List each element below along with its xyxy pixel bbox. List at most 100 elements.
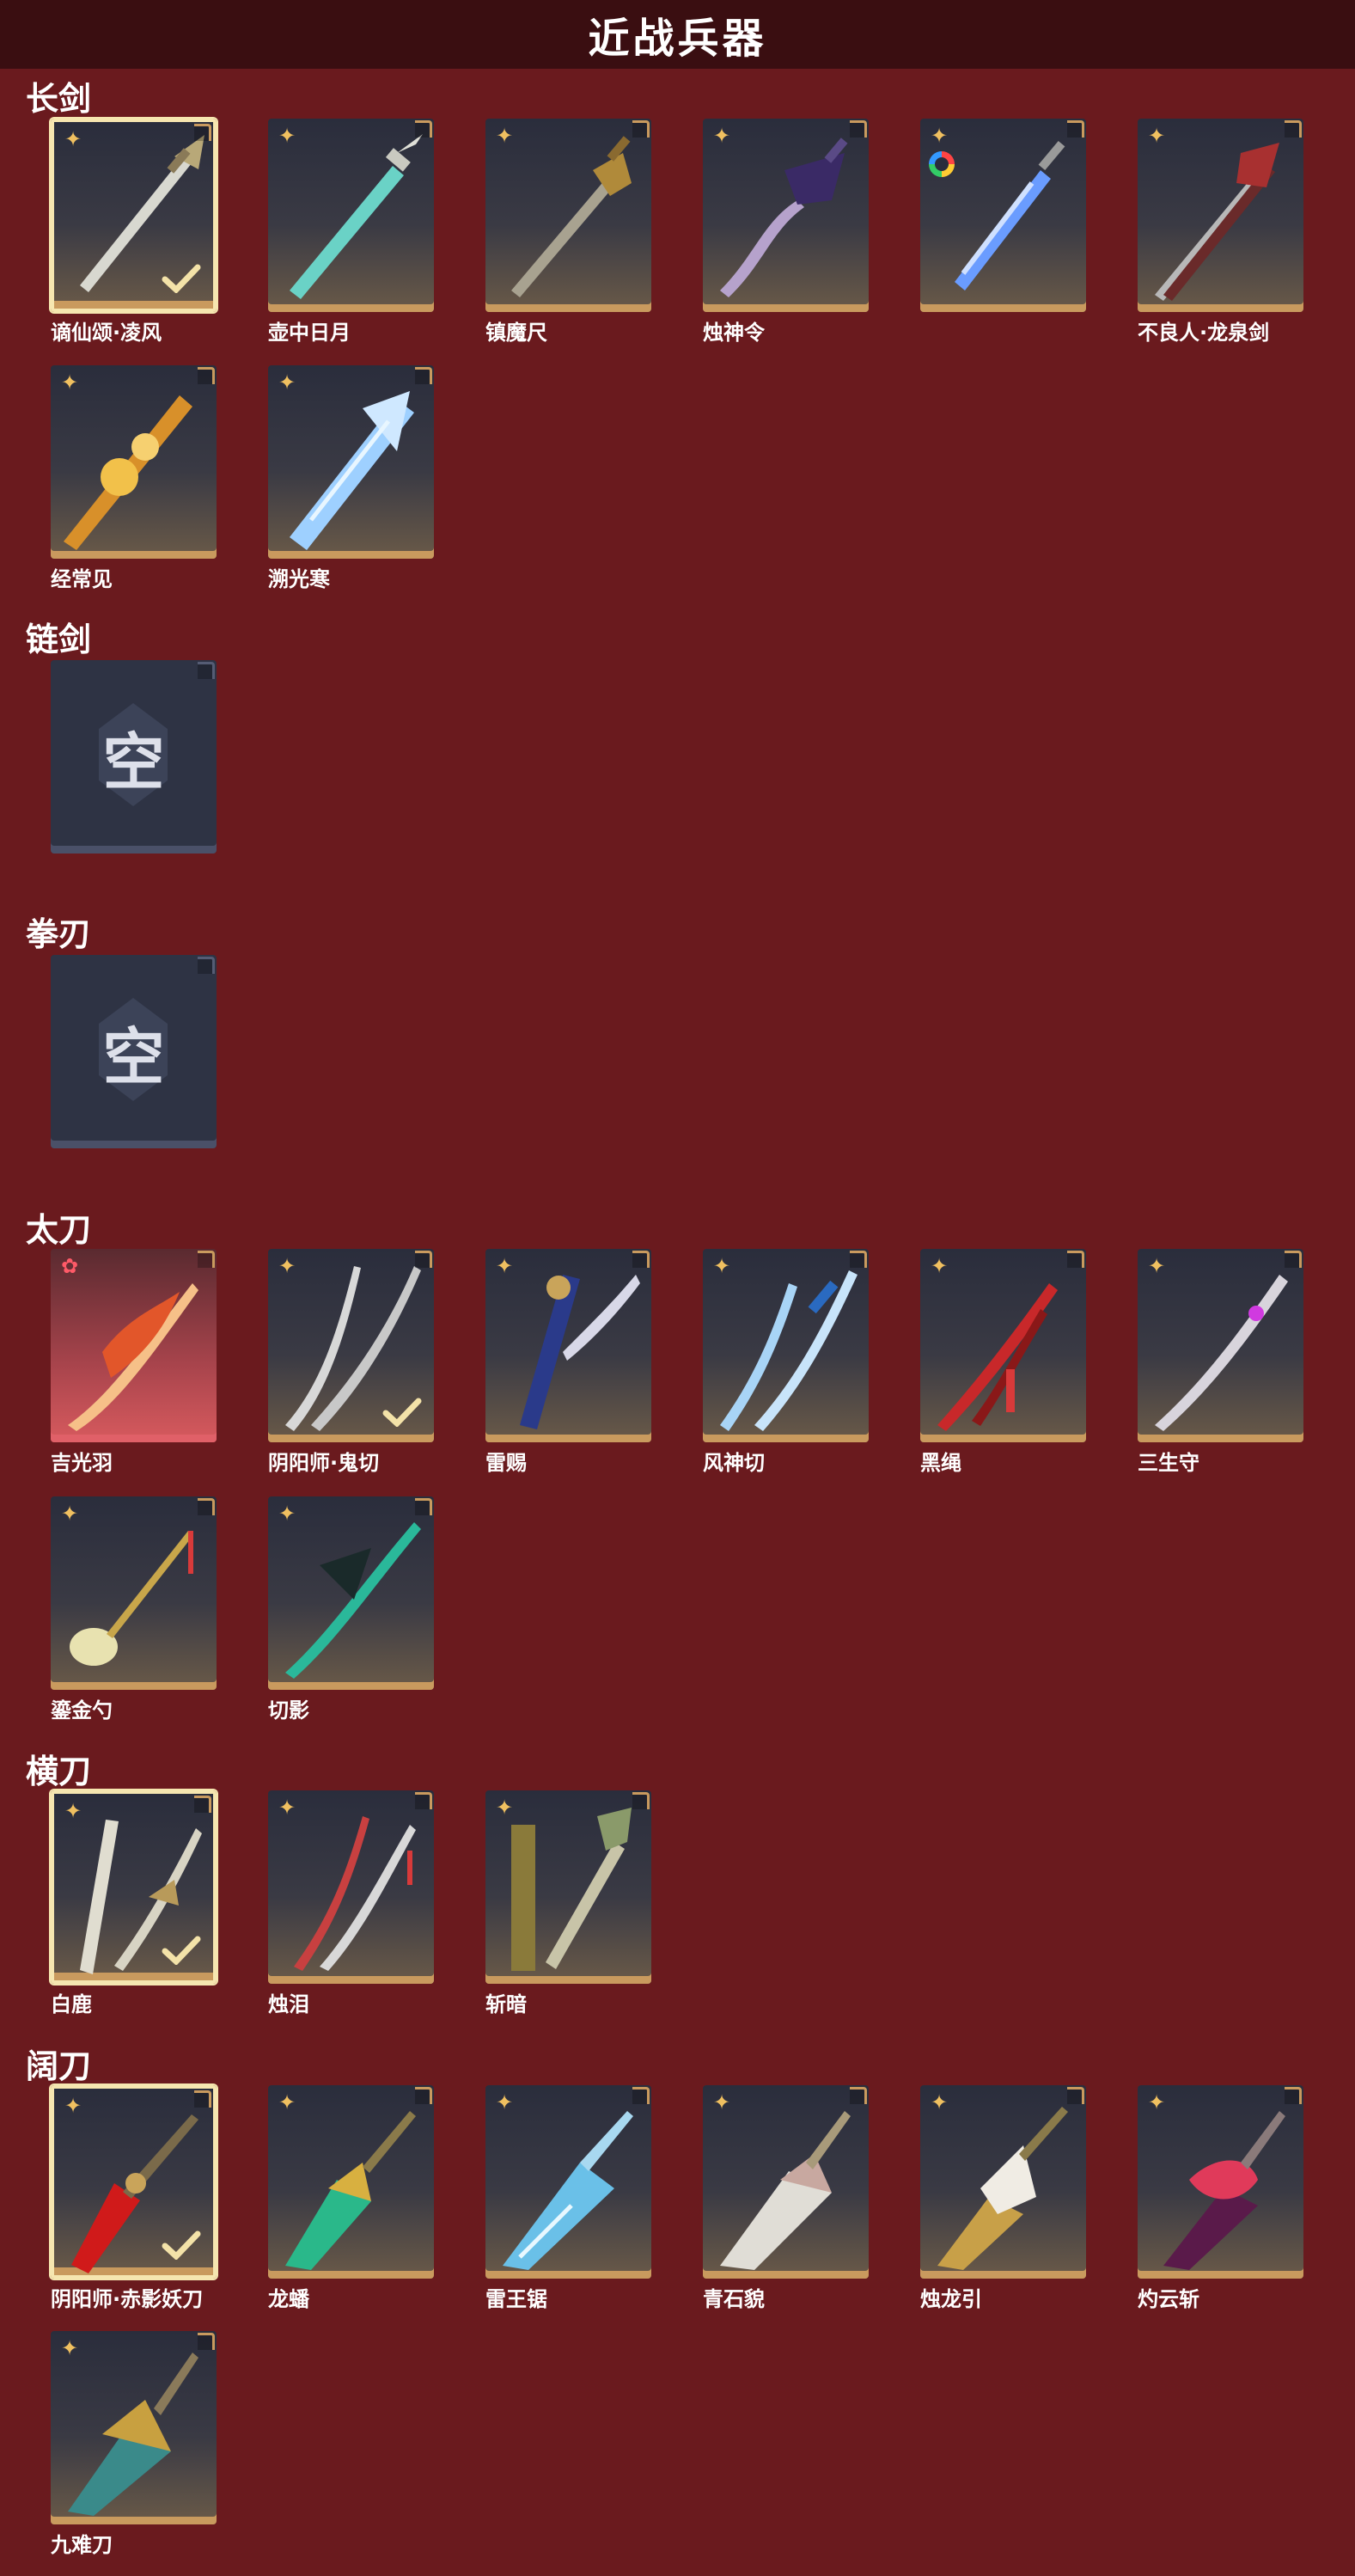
weapon-card-bailu[interactable]: ✦ 白鹿 (51, 1790, 217, 2017)
weapon-card-jiunandao[interactable]: ✦ 九难刀 (51, 2331, 217, 2558)
weapon-card-zhenmochi[interactable]: ✦ 镇魔尺 (485, 119, 651, 346)
rarity-star-icon: ✦ (495, 1254, 514, 1278)
weapon-name: 烛泪 (268, 1992, 309, 2016)
weapon-name: 黑绳 (920, 1451, 961, 1475)
weapon-card-fengshenqie[interactable]: ✦ 风神切 (703, 1249, 869, 1476)
section-title-kuodao: 阔刀 (26, 2047, 92, 2085)
weapon-name: 青石貌 (703, 2287, 765, 2311)
rarity-star-icon: ✦ (1147, 2090, 1166, 2114)
weapon-name: 雷赐 (485, 1451, 527, 1475)
weapon-name: 鎏金勺 (51, 1698, 113, 1722)
weapon-name: 龙蟠 (268, 2287, 309, 2311)
rarity-star-icon: ✦ (1147, 1254, 1166, 1278)
rarity-star-icon: ✦ (712, 124, 731, 148)
weapon-card-zhushenling[interactable]: ✦ 烛神令 (703, 119, 869, 346)
rarity-star-icon: ✦ (1147, 124, 1166, 148)
corner-tab-icon (1285, 2087, 1302, 2104)
weapon-card-longquanjian[interactable]: ✦ 不良人·龙泉剑 (1138, 119, 1303, 346)
rarity-star-icon: ✦ (278, 370, 296, 395)
weapon-name: 切影 (268, 1698, 309, 1722)
corner-tab-icon (194, 2090, 211, 2108)
rarity-star-icon: ✦ (278, 124, 296, 148)
rarity-star-icon: ✦ (278, 1796, 296, 1820)
empty-label: 空 (102, 1021, 165, 1093)
corner-tab-icon (632, 1251, 650, 1268)
weapon-card-suguanghan[interactable]: ✦ 溯光寒 (268, 365, 434, 592)
weapon-name: 谪仙颂·凌风 (51, 321, 162, 345)
section-title-quandao: 拳刃 (26, 915, 92, 953)
weapon-card-zhuoyunzhan[interactable]: ✦ 灼云斩 (1138, 2085, 1303, 2312)
weapon-name: 溯光寒 (268, 567, 330, 591)
weapon-card-zhulei[interactable]: ✦ 烛泪 (268, 1790, 434, 2017)
rarity-star-icon: ✦ (60, 1502, 79, 1526)
corner-tab-icon (1067, 2087, 1084, 2104)
weapon-name: 风神切 (703, 1451, 765, 1475)
equipped-check-icon (382, 1398, 422, 1427)
corner-tab-icon (198, 2333, 215, 2350)
weapon-name: 烛神令 (703, 321, 765, 345)
section-title-lianjian: 链剑 (26, 621, 92, 658)
rarity-star-icon: ✦ (495, 1796, 514, 1820)
rarity-star-icon: ✦ (60, 370, 79, 395)
rarity-star-icon: ✦ (278, 1254, 296, 1278)
corner-tab-icon (1285, 120, 1302, 138)
rarity-star-icon: ✦ (64, 127, 82, 151)
weapon-name: 镇魔尺 (485, 321, 547, 345)
weapon-card-huzhongriyue[interactable]: ✦ 壶中日月 (268, 119, 434, 346)
rarity-star-icon: ✦ (712, 2090, 731, 2114)
weapon-card-qieying[interactable]: ✦ 切影 (268, 1496, 434, 1723)
weapon-card-heisheng[interactable]: ✦ 黑绳 (920, 1249, 1086, 1476)
weapon-card-zhexiansong[interactable]: ✦ 谪仙颂·凌风 (51, 119, 217, 346)
weapon-card-chiyingyaodao[interactable]: ✦ 阴阳师·赤影妖刀 (51, 2085, 217, 2312)
corner-tab-icon (415, 120, 432, 138)
weapon-name: 白鹿 (51, 1992, 92, 2016)
corner-tab-icon (415, 1498, 432, 1515)
weapon-name: 烛龙引 (920, 2287, 982, 2311)
rarity-star-icon: ✦ (278, 1502, 296, 1526)
weapon-card-sanshengshou[interactable]: ✦ 三生守 (1138, 1249, 1303, 1476)
color-ring-icon (929, 151, 955, 177)
page-header: 近战兵器 (0, 0, 1355, 69)
page-title: 近战兵器 (588, 15, 767, 63)
weapon-card-qingshimao[interactable]: ✦ 青石貌 (703, 2085, 869, 2312)
weapon-card-longpan[interactable]: ✦ 龙蟠 (268, 2085, 434, 2312)
weapon-card-liujinshao[interactable]: ✦ 鎏金勺 (51, 1496, 217, 1723)
corner-tab-icon (632, 1792, 650, 1809)
corner-tab-icon (415, 367, 432, 384)
corner-tab-icon (415, 1251, 432, 1268)
corner-tab-icon (198, 957, 215, 974)
rarity-star-icon: ✦ (278, 2090, 296, 2114)
corner-tab-icon (850, 120, 867, 138)
weapon-name: 雷王锯 (485, 2287, 547, 2311)
corner-tab-icon (415, 1792, 432, 1809)
rarity-star-icon: ✦ (495, 124, 514, 148)
weapon-name: 不良人·龙泉剑 (1138, 321, 1270, 345)
equipped-check-icon (162, 1936, 201, 1965)
weapon-name: 吉光羽 (51, 1451, 113, 1475)
weapon-card-jingchangjian[interactable]: ✦ 经常见 (51, 365, 217, 592)
equipped-check-icon (162, 264, 201, 293)
corner-tab-icon (850, 1251, 867, 1268)
corner-tab-icon (632, 2087, 650, 2104)
rarity-star-icon: ✿ (60, 1254, 79, 1278)
empty-slot-lianjian[interactable]: 空 (51, 660, 217, 854)
corner-tab-icon (850, 2087, 867, 2104)
weapon-card-jiguangyu[interactable]: ✿ 吉光羽 (51, 1249, 217, 1476)
corner-tab-icon (194, 1796, 211, 1813)
weapon-card-leici[interactable]: ✦ 雷赐 (485, 1249, 651, 1476)
weapon-card-zhanan[interactable]: ✦ 斩暗 (485, 1790, 651, 2017)
corner-tab-icon (415, 2087, 432, 2104)
weapon-card-guiqie[interactable]: ✦ 阴阳师·鬼切 (268, 1249, 434, 1476)
weapon-card-zhulongyin[interactable]: ✦ 烛龙引 (920, 2085, 1086, 2312)
rarity-star-icon: ✦ (495, 2090, 514, 2114)
rarity-star-icon: ✦ (64, 2094, 82, 2118)
corner-tab-icon (1067, 1251, 1084, 1268)
weapon-card-leiwangju[interactable]: ✦ 雷王锯 (485, 2085, 651, 2312)
weapon-name: 灼云斩 (1138, 2287, 1199, 2311)
empty-slot-quandao[interactable]: 空 (51, 955, 217, 1148)
rarity-star-icon: ✦ (930, 124, 949, 148)
weapon-name: 阴阳师·赤影妖刀 (51, 2287, 204, 2311)
weapon-card-blue-sword[interactable]: ✦ (920, 119, 1086, 315)
weapon-name: 三生守 (1138, 1451, 1199, 1475)
rarity-star-icon: ✦ (930, 1254, 949, 1278)
